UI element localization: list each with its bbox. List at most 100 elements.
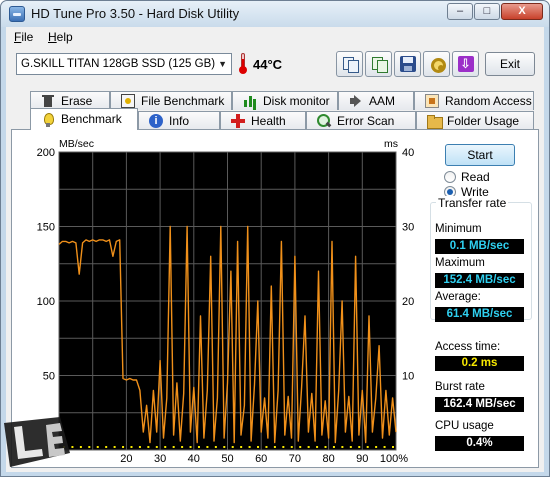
y2-tick-label: 30 bbox=[402, 222, 414, 234]
x-tick-label: 90 bbox=[356, 453, 368, 465]
start-button[interactable]: Start bbox=[445, 144, 515, 166]
access-time-point bbox=[240, 446, 243, 448]
access-time-point bbox=[164, 446, 167, 448]
random-access-icon bbox=[425, 94, 439, 108]
tab-info-label: Info bbox=[169, 113, 190, 128]
access-time-point bbox=[265, 446, 268, 448]
access-time-value: 0.2 ms bbox=[435, 356, 524, 371]
tab-aam[interactable]: AAM bbox=[338, 91, 414, 110]
health-cross-icon bbox=[231, 114, 245, 128]
read-radio-label: Read bbox=[461, 170, 490, 184]
access-time-point bbox=[113, 446, 116, 448]
y-tick-label: 150 bbox=[37, 222, 55, 234]
burst-rate-value: 162.4 MB/sec bbox=[435, 397, 524, 412]
save-icon bbox=[399, 56, 416, 72]
menu-file[interactable]: File bbox=[14, 30, 33, 44]
tab-info[interactable]: i Info bbox=[138, 111, 220, 130]
tab-file-benchmark-label: File Benchmark bbox=[141, 93, 225, 108]
window-title: HD Tune Pro 3.50 - Hard Disk Utility bbox=[31, 6, 240, 21]
watermark-logo bbox=[4, 417, 70, 467]
access-time-point bbox=[290, 446, 293, 448]
access-time-point bbox=[282, 446, 285, 448]
temperature-readout: 44°C bbox=[253, 57, 283, 72]
tab-error-scan-label: Error Scan bbox=[337, 113, 395, 128]
access-time-point bbox=[96, 446, 99, 448]
burst-rate-label: Burst rate bbox=[435, 381, 485, 393]
tab-disk-monitor-label: Disk monitor bbox=[263, 93, 330, 108]
access-time-point bbox=[383, 446, 386, 448]
y2-tick-label: 20 bbox=[402, 296, 414, 308]
tab-benchmark-label: Benchmark bbox=[61, 112, 122, 126]
close-button[interactable]: X bbox=[501, 3, 543, 20]
x-tick-label: 60 bbox=[255, 453, 267, 465]
access-time-point bbox=[147, 446, 150, 448]
transfer-rate-title: Transfer rate bbox=[436, 196, 509, 210]
read-radio-dot bbox=[444, 171, 456, 183]
x-tick-label: 70 bbox=[289, 453, 301, 465]
x-tick-label: 100% bbox=[380, 453, 408, 465]
disk-monitor-icon bbox=[243, 94, 257, 108]
access-time-point bbox=[358, 446, 361, 448]
access-time-point bbox=[172, 446, 175, 448]
title-bar[interactable]: HD Tune Pro 3.50 - Hard Disk Utility – □… bbox=[1, 1, 549, 27]
exit-arrow-icon: ⇩ bbox=[457, 56, 474, 72]
access-time-point bbox=[130, 446, 133, 448]
access-time-point bbox=[366, 446, 369, 448]
file-benchmark-icon bbox=[121, 94, 135, 108]
app-window: HD Tune Pro 3.50 - Hard Disk Utility – □… bbox=[0, 0, 550, 477]
exit-arrow-button[interactable]: ⇩ bbox=[452, 51, 479, 77]
copy-text-button[interactable] bbox=[336, 51, 363, 77]
info-icon: i bbox=[149, 114, 163, 128]
exit-button[interactable]: Exit bbox=[485, 52, 535, 76]
access-time-point bbox=[181, 446, 184, 448]
x-tick-label: 20 bbox=[120, 453, 132, 465]
options-button[interactable] bbox=[423, 51, 450, 77]
tab-error-scan[interactable]: Error Scan bbox=[306, 111, 416, 130]
tab-folder-usage[interactable]: Folder Usage bbox=[416, 111, 534, 130]
tab-random-access[interactable]: Random Access bbox=[414, 91, 534, 110]
x-tick-label: 80 bbox=[322, 453, 334, 465]
tab-folder-usage-label: Folder Usage bbox=[447, 113, 520, 128]
menu-bar: File Help bbox=[6, 27, 544, 47]
copy-all-button[interactable] bbox=[365, 51, 392, 77]
maximum-value: 152.4 MB/sec bbox=[435, 273, 524, 288]
access-time-point bbox=[105, 446, 108, 448]
y2-tick-label: 40 bbox=[402, 147, 414, 159]
copy-text-icon bbox=[342, 56, 359, 73]
copy-all-icon bbox=[371, 56, 388, 73]
access-time-point bbox=[324, 446, 327, 448]
window-controls: – □ X bbox=[447, 3, 543, 20]
benchmark-bulb-icon bbox=[41, 112, 55, 127]
access-time-point bbox=[332, 446, 335, 448]
access-time-point bbox=[299, 446, 302, 448]
minimum-value: 0.1 MB/sec bbox=[435, 239, 524, 254]
minimize-button[interactable]: – bbox=[447, 3, 473, 20]
menu-help[interactable]: Help bbox=[48, 30, 73, 44]
maximize-button[interactable]: □ bbox=[474, 3, 500, 20]
magnifier-icon bbox=[317, 114, 331, 128]
tab-disk-monitor[interactable]: Disk monitor bbox=[232, 91, 338, 110]
y-tick-label: 100 bbox=[37, 296, 55, 308]
tab-health[interactable]: Health bbox=[220, 111, 306, 130]
save-button[interactable] bbox=[394, 51, 421, 77]
tab-benchmark[interactable]: Benchmark bbox=[30, 108, 138, 130]
access-time-point bbox=[307, 446, 310, 448]
access-time-point bbox=[341, 446, 344, 448]
drive-selector-value: G.SKILL TITAN 128GB SSD (125 GB) bbox=[21, 58, 216, 70]
tab-health-label: Health bbox=[251, 113, 286, 128]
trash-icon bbox=[41, 94, 55, 108]
speaker-icon bbox=[349, 94, 363, 108]
read-radio[interactable]: Read bbox=[444, 170, 490, 184]
access-time-point bbox=[122, 446, 125, 448]
tab-random-access-label: Random Access bbox=[445, 93, 532, 108]
access-time-point bbox=[138, 446, 141, 448]
x-tick-label: 40 bbox=[188, 453, 200, 465]
drive-selector[interactable]: G.SKILL TITAN 128GB SSD (125 GB) ▼ bbox=[16, 53, 232, 75]
folder-icon bbox=[427, 114, 443, 129]
average-label: Average: bbox=[435, 291, 481, 303]
access-time-point bbox=[155, 446, 158, 448]
access-time-point bbox=[349, 446, 352, 448]
menu-help-accelerator: H bbox=[48, 30, 57, 44]
y-tick-label: 200 bbox=[37, 147, 55, 159]
thermometer-icon bbox=[239, 53, 247, 75]
